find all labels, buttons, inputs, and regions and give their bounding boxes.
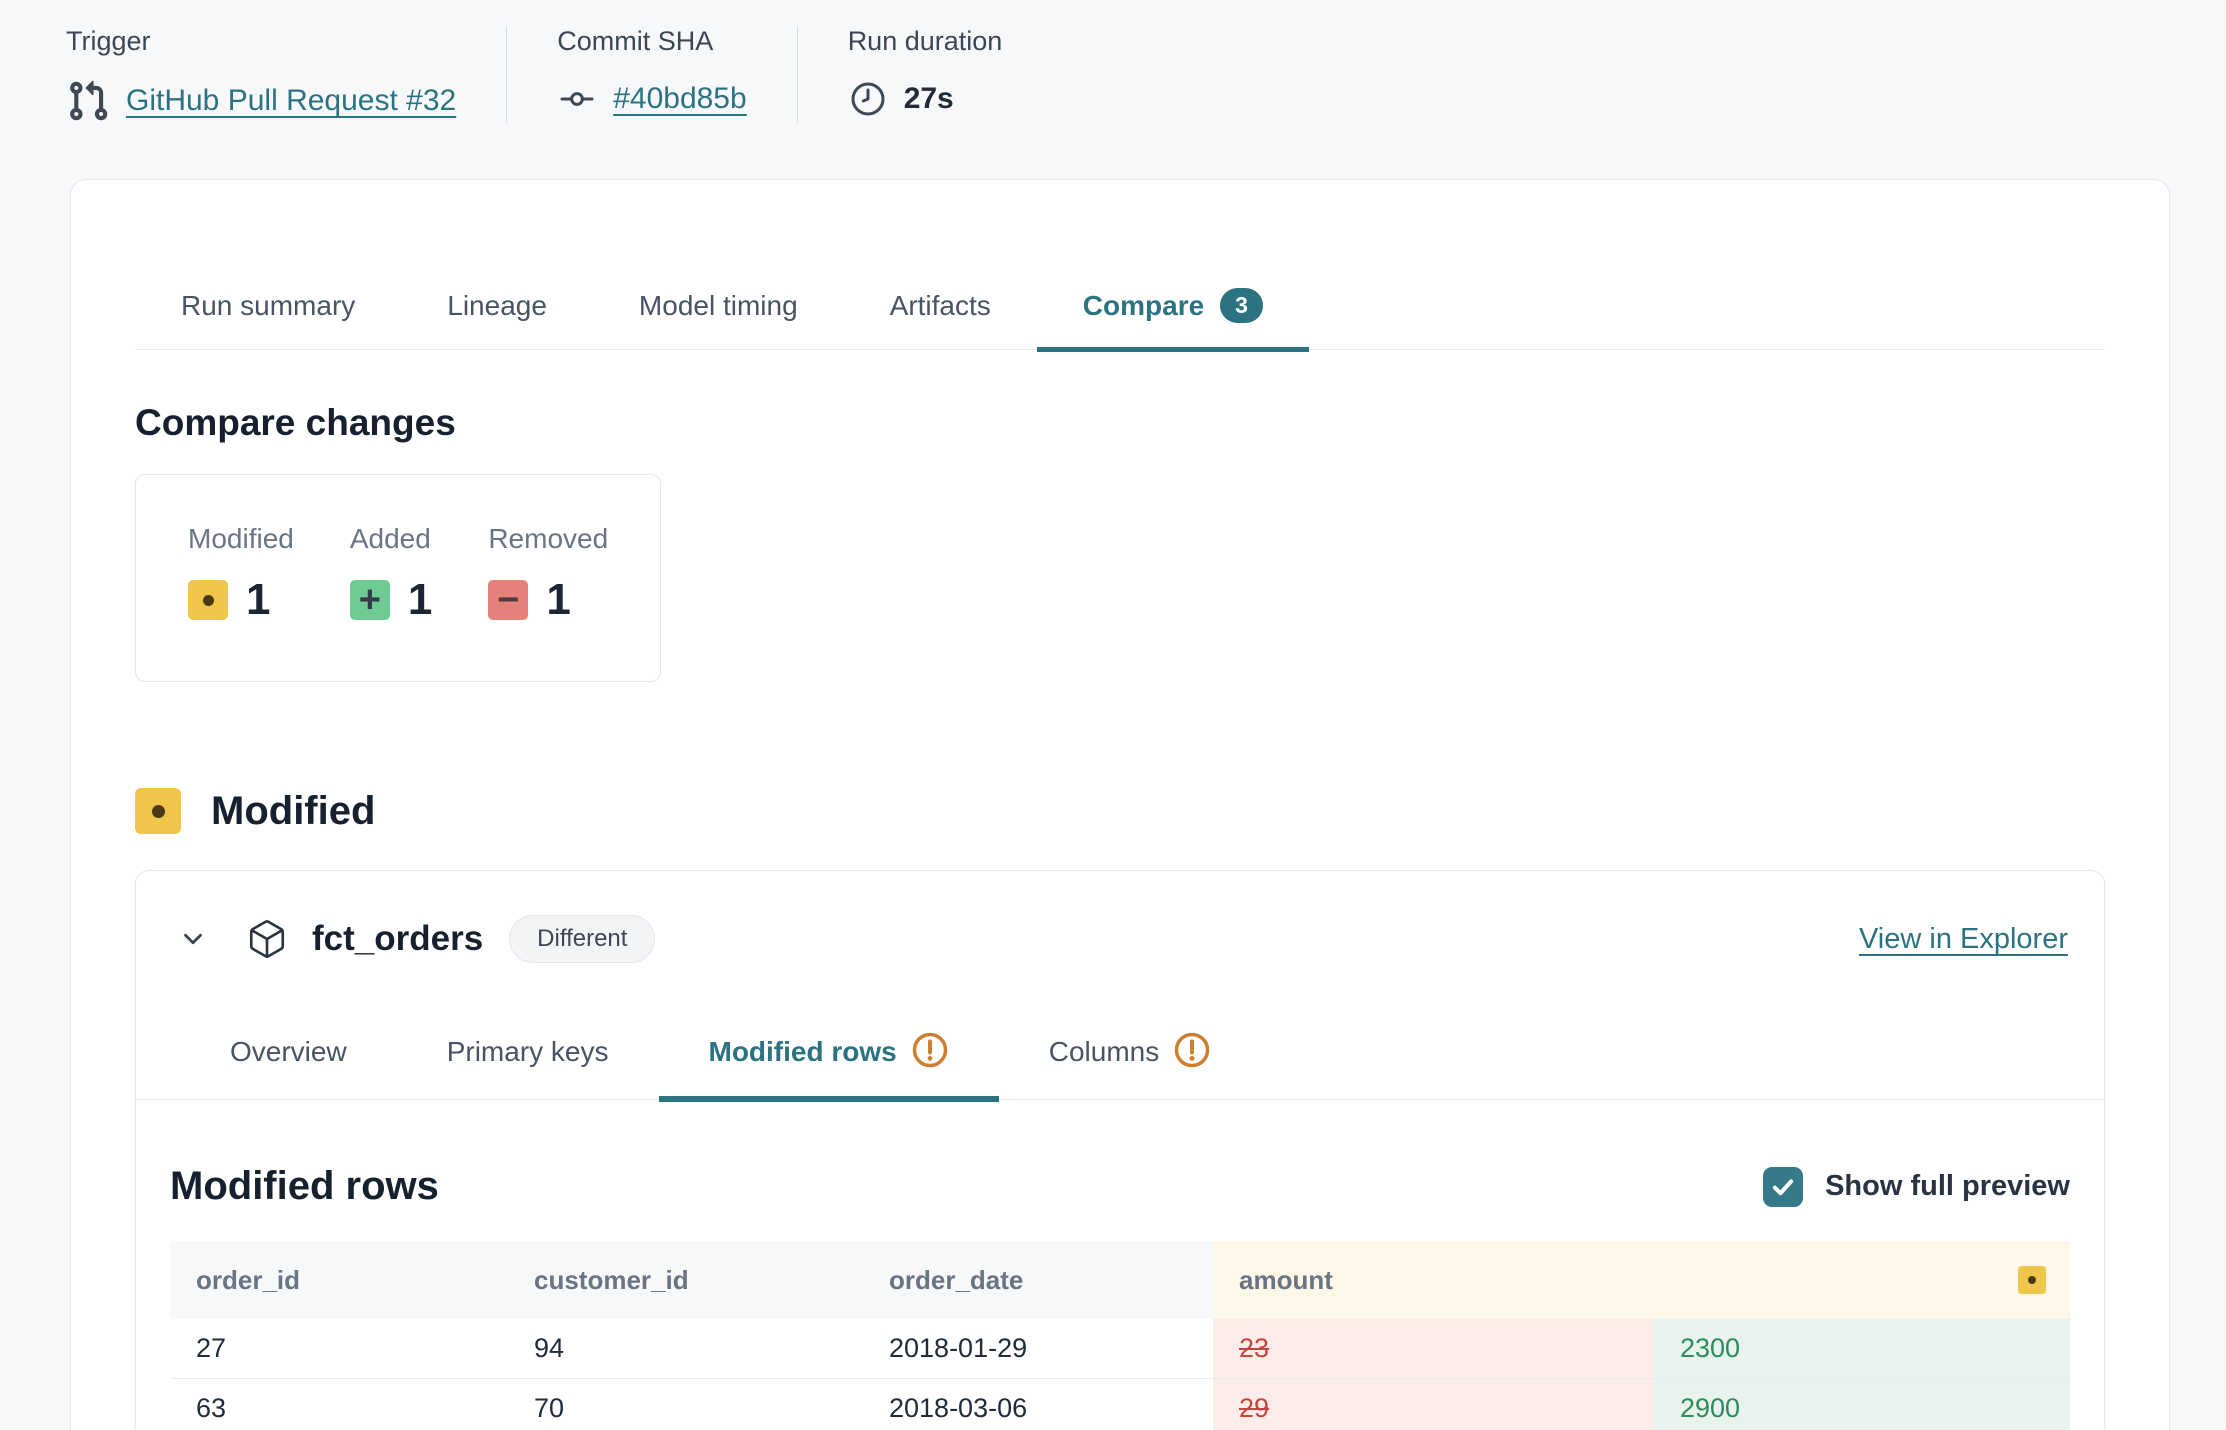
tab-columns[interactable]: Columns	[999, 1033, 1261, 1099]
run-header: Trigger GitHub Pull Request #32 Commit S…	[0, 0, 2226, 123]
column-header-order-date: order_date	[863, 1241, 1213, 1319]
clock-icon	[848, 79, 888, 119]
modified-section-label: Modified	[211, 789, 375, 834]
modified-section-title: Modified	[135, 788, 2105, 834]
trigger-label: Trigger	[66, 26, 456, 57]
added-badge-icon	[350, 580, 390, 620]
model-tabs: Overview Primary keys Modified rows Colu…	[136, 1033, 2104, 1100]
pull-request-icon	[66, 79, 110, 123]
compare-count-badge: 3	[1220, 288, 1263, 323]
stat-modified-count: 1	[246, 575, 270, 625]
show-full-preview-toggle[interactable]: Show full preview	[1763, 1167, 2070, 1207]
column-header-customer-id: customer_id	[508, 1241, 863, 1319]
compare-summary-box: Modified 1 Added 1 Removed 1	[135, 474, 661, 682]
modified-rows-panel: Modified rows Show full preview order_id…	[136, 1164, 2104, 1430]
view-in-explorer-link[interactable]: View in Explorer	[1859, 923, 2068, 956]
modified-rows-heading: Modified rows	[170, 1164, 439, 1209]
column-header-amount: amount	[1213, 1241, 1654, 1319]
dot-icon	[203, 595, 214, 606]
status-pill: Different	[509, 915, 655, 963]
duration-label: Run duration	[848, 26, 1003, 57]
table-cell-new-value: 2300	[1654, 1319, 2070, 1379]
table-cell-new-value: 2900	[1654, 1379, 2070, 1430]
tab-artifacts[interactable]: Artifacts	[844, 288, 1037, 349]
trigger-group: Trigger GitHub Pull Request #32	[66, 26, 506, 123]
stat-removed: Removed 1	[488, 523, 608, 625]
warning-icon	[1173, 1031, 1211, 1069]
tab-compare[interactable]: Compare 3	[1037, 288, 1309, 349]
tab-primary-keys[interactable]: Primary keys	[397, 1033, 659, 1099]
commit-group: Commit SHA #40bd85b	[506, 26, 796, 123]
tab-model-timing[interactable]: Model timing	[593, 288, 844, 349]
tab-overview[interactable]: Overview	[180, 1033, 397, 1099]
stat-added-count: 1	[408, 575, 432, 625]
show-full-preview-label: Show full preview	[1825, 1170, 2070, 1203]
column-header-order-id: order_id	[170, 1241, 508, 1319]
commit-label: Commit SHA	[557, 26, 746, 57]
minus-icon	[497, 581, 519, 619]
tab-run-summary[interactable]: Run summary	[135, 288, 401, 349]
table-cell: 94	[508, 1319, 863, 1379]
table-cell-old-value: 23	[1213, 1319, 1654, 1379]
modified-badge-icon	[188, 580, 228, 620]
table-cell-old-value: 29	[1213, 1379, 1654, 1430]
compare-changes-heading: Compare changes	[135, 402, 2105, 444]
dot-icon	[152, 805, 165, 818]
column-header-amount-modified	[1654, 1241, 2070, 1319]
stat-modified-label: Modified	[188, 523, 294, 555]
duration-group: Run duration 27s	[797, 26, 1053, 123]
run-tabs: Run summary Lineage Model timing Artifac…	[135, 288, 2105, 350]
warning-icon	[911, 1031, 949, 1069]
modified-column-badge-icon	[2018, 1266, 2046, 1294]
stat-added: Added 1	[350, 523, 432, 625]
table-cell: 2018-01-29	[863, 1319, 1213, 1379]
plus-icon	[359, 581, 381, 619]
table-cell: 27	[170, 1319, 508, 1379]
chevron-down-icon[interactable]	[178, 924, 208, 954]
modified-section-icon	[135, 788, 181, 834]
model-cube-icon	[246, 918, 288, 960]
modified-rows-table: order_id customer_id order_date amount 2…	[170, 1241, 2070, 1430]
table-cell: 63	[170, 1379, 508, 1430]
stat-removed-count: 1	[546, 575, 570, 625]
stat-added-label: Added	[350, 523, 432, 555]
stat-modified: Modified 1	[188, 523, 294, 625]
trigger-link[interactable]: GitHub Pull Request #32	[126, 84, 456, 118]
stat-removed-label: Removed	[488, 523, 608, 555]
table-cell: 2018-03-06	[863, 1379, 1213, 1430]
table-cell: 70	[508, 1379, 863, 1430]
tab-lineage[interactable]: Lineage	[401, 288, 593, 349]
commit-icon	[557, 79, 597, 119]
run-detail-card: Run summary Lineage Model timing Artifac…	[70, 179, 2170, 1430]
model-card-header: fct_orders Different View in Explorer	[136, 871, 2104, 963]
tab-modified-rows[interactable]: Modified rows	[659, 1033, 999, 1099]
model-name: fct_orders	[312, 919, 483, 959]
checkbox-checked-icon[interactable]	[1763, 1167, 1803, 1207]
dot-icon	[2028, 1276, 2036, 1284]
removed-badge-icon	[488, 580, 528, 620]
commit-sha-link[interactable]: #40bd85b	[613, 82, 746, 116]
duration-value: 27s	[904, 82, 954, 116]
model-card-fct-orders: fct_orders Different View in Explorer Ov…	[135, 870, 2105, 1430]
